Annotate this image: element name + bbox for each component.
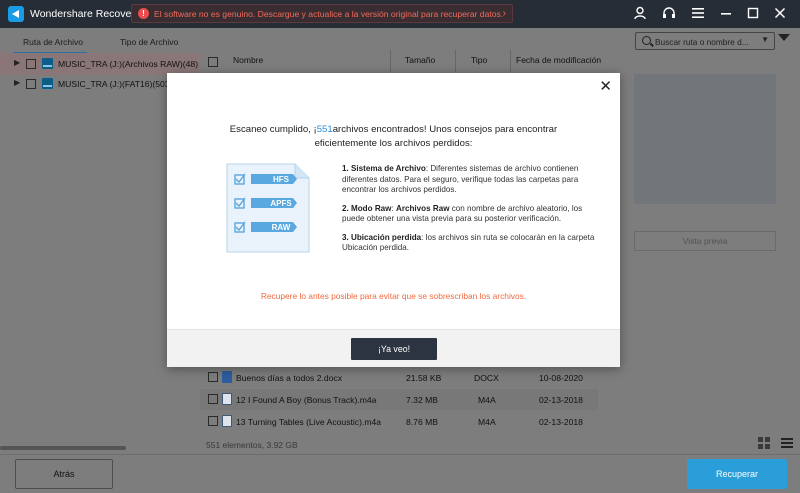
table-row[interactable]: 12 I Found A Boy (Bonus Track).m4a 7.32 … xyxy=(200,389,598,410)
close-window-icon[interactable] xyxy=(772,6,788,22)
file-date: 02-13-2018 xyxy=(539,417,583,427)
table-row[interactable]: 13 Turning Tables (Live Acoustic).m4a 8.… xyxy=(200,411,598,432)
expand-caret-icon[interactable]: ▶ xyxy=(14,78,20,87)
account-icon[interactable] xyxy=(632,6,648,22)
bottom-bar: Atrás Recuperar xyxy=(0,454,800,493)
dialog-heading: Escaneo cumplido, ¡551archivos encontrad… xyxy=(167,123,620,151)
back-button[interactable]: Atrás xyxy=(15,459,113,489)
found-count: 551 xyxy=(316,124,333,135)
tree-checkbox[interactable] xyxy=(26,79,36,89)
search-input[interactable]: Buscar ruta o nombre d... ▼ xyxy=(635,32,775,50)
file-type: M4A xyxy=(478,417,496,427)
drive-icon xyxy=(42,58,53,69)
file-size: 7.32 MB xyxy=(406,395,439,405)
license-warning-text[interactable]: El software no es genuino. Descargue y a… xyxy=(154,9,503,19)
app-title: Wondershare Recoverit xyxy=(30,8,141,20)
expand-caret-icon[interactable]: ▶ xyxy=(14,58,20,67)
recover-button[interactable]: Recuperar xyxy=(687,459,787,489)
license-warning-banner[interactable]: ! El software no es genuino. Descargue y… xyxy=(131,4,513,23)
docx-file-icon xyxy=(222,371,232,383)
file-size: 21.58 KB xyxy=(406,373,442,383)
overwrite-warning: Recupere lo antes posible para evitar qu… xyxy=(260,291,527,301)
dialog-heading-line2: eficientemente los archivos perdidos: xyxy=(314,138,473,149)
row-checkbox[interactable] xyxy=(208,416,218,426)
support-headset-icon[interactable] xyxy=(661,6,677,22)
preview-thumbnail xyxy=(634,74,776,204)
audio-file-icon xyxy=(222,393,232,405)
dialog-footer: ¡Ya veo! xyxy=(167,329,620,367)
file-name: Buenos días a todos 2.docx xyxy=(236,373,343,383)
file-type: DOCX xyxy=(474,373,499,383)
column-divider xyxy=(455,50,456,72)
heading-prefix: Escaneo cumplido, ¡ xyxy=(229,124,317,135)
tip-title: 1. Sistema de Archivo xyxy=(342,164,426,173)
chevron-right-icon: › xyxy=(502,8,506,19)
search-icon xyxy=(642,36,651,45)
tip-title: 3. Ubicación perdida xyxy=(342,232,422,242)
file-date: 02-13-2018 xyxy=(539,395,583,405)
list-view-icon[interactable] xyxy=(781,437,793,449)
tip-title-secondary: Archivos Raw xyxy=(395,203,450,213)
dialog-heading-line1: Escaneo cumplido, ¡551archivos encontrad… xyxy=(167,123,620,137)
acknowledge-button[interactable]: ¡Ya veo! xyxy=(351,338,437,360)
tree-item-label: MUSIC_TRA (J:)(FAT16)(503) xyxy=(58,79,173,89)
tips-list: 1. Sistema de Archivo: Diferentes sistem… xyxy=(342,164,604,262)
minimize-icon[interactable] xyxy=(718,6,734,22)
tip-title: 2. Modo Raw xyxy=(342,203,392,213)
audio-file-icon xyxy=(222,415,232,427)
menu-icon[interactable] xyxy=(690,6,706,22)
tip-raw-mode: 2. Modo Raw: Archivos Raw con nombre de … xyxy=(342,203,583,224)
heading-suffix: archivos encontrados! Unos consejos para… xyxy=(332,124,558,135)
column-divider xyxy=(510,50,511,72)
search-placeholder: Buscar ruta o nombre d... xyxy=(655,37,749,47)
item-count-summary: 551 elementos, 3.92 GB xyxy=(206,440,298,450)
file-date: 10-08-2020 xyxy=(539,373,583,383)
recoverit-logo-icon xyxy=(8,6,24,22)
filter-icon[interactable] xyxy=(778,34,790,41)
tree-item-label: MUSIC_TRA (J:)(Archivos RAW)(48) xyxy=(58,59,199,69)
file-name: 13 Turning Tables (Live Acoustic).m4a xyxy=(236,417,382,427)
file-size: 8.76 MB xyxy=(406,417,439,427)
tip-lost-location: 3. Ubicación perdida: los archivos sin r… xyxy=(342,233,604,254)
column-header-type[interactable]: Tipo xyxy=(471,55,487,75)
scan-complete-dialog: ✕ Escaneo cumplido, ¡551archivos encontr… xyxy=(167,73,620,367)
drive-icon xyxy=(42,78,53,89)
row-checkbox[interactable] xyxy=(208,372,218,382)
illustration-label-hfs: HFS xyxy=(273,175,290,184)
grid-view-icon[interactable] xyxy=(758,437,770,449)
column-header-size[interactable]: Tamaño xyxy=(405,55,435,75)
column-header-date[interactable]: Fecha de modificación xyxy=(516,55,601,75)
tip-file-system: 1. Sistema de Archivo: Diferentes sistem… xyxy=(342,164,604,196)
right-panel: Buscar ruta o nombre d... ▼ Vista previa xyxy=(608,28,800,454)
row-checkbox[interactable] xyxy=(208,394,218,404)
chevron-down-icon[interactable]: ▼ xyxy=(761,35,769,44)
table-row[interactable]: Buenos días a todos 2.docx 21.58 KB DOCX… xyxy=(200,367,598,388)
preview-button[interactable]: Vista previa xyxy=(634,231,776,251)
maximize-icon[interactable] xyxy=(745,6,761,22)
file-system-illustration: HFS APFS RAW xyxy=(223,162,313,254)
title-bar: Wondershare Recoverit ! El software no e… xyxy=(0,0,800,28)
column-divider xyxy=(390,50,391,72)
tab-file-path[interactable]: Ruta de Archivo xyxy=(23,37,83,47)
horizontal-scrollbar[interactable] xyxy=(0,446,126,450)
tree-checkbox[interactable] xyxy=(26,59,36,69)
warning-icon: ! xyxy=(138,8,149,19)
select-all-checkbox[interactable] xyxy=(208,57,218,67)
file-type: M4A xyxy=(478,395,496,405)
file-name: 12 I Found A Boy (Bonus Track).m4a xyxy=(236,395,377,405)
close-icon[interactable]: ✕ xyxy=(599,77,612,95)
column-header-name[interactable]: Nombre xyxy=(233,55,263,75)
tab-file-type[interactable]: Tipo de Archivo xyxy=(120,37,178,47)
illustration-label-apfs: APFS xyxy=(270,199,292,208)
illustration-label-raw: RAW xyxy=(272,223,291,232)
tree-item-raw[interactable]: ▶ MUSIC_TRA (J:)(Archivos RAW)(48) xyxy=(0,53,200,75)
